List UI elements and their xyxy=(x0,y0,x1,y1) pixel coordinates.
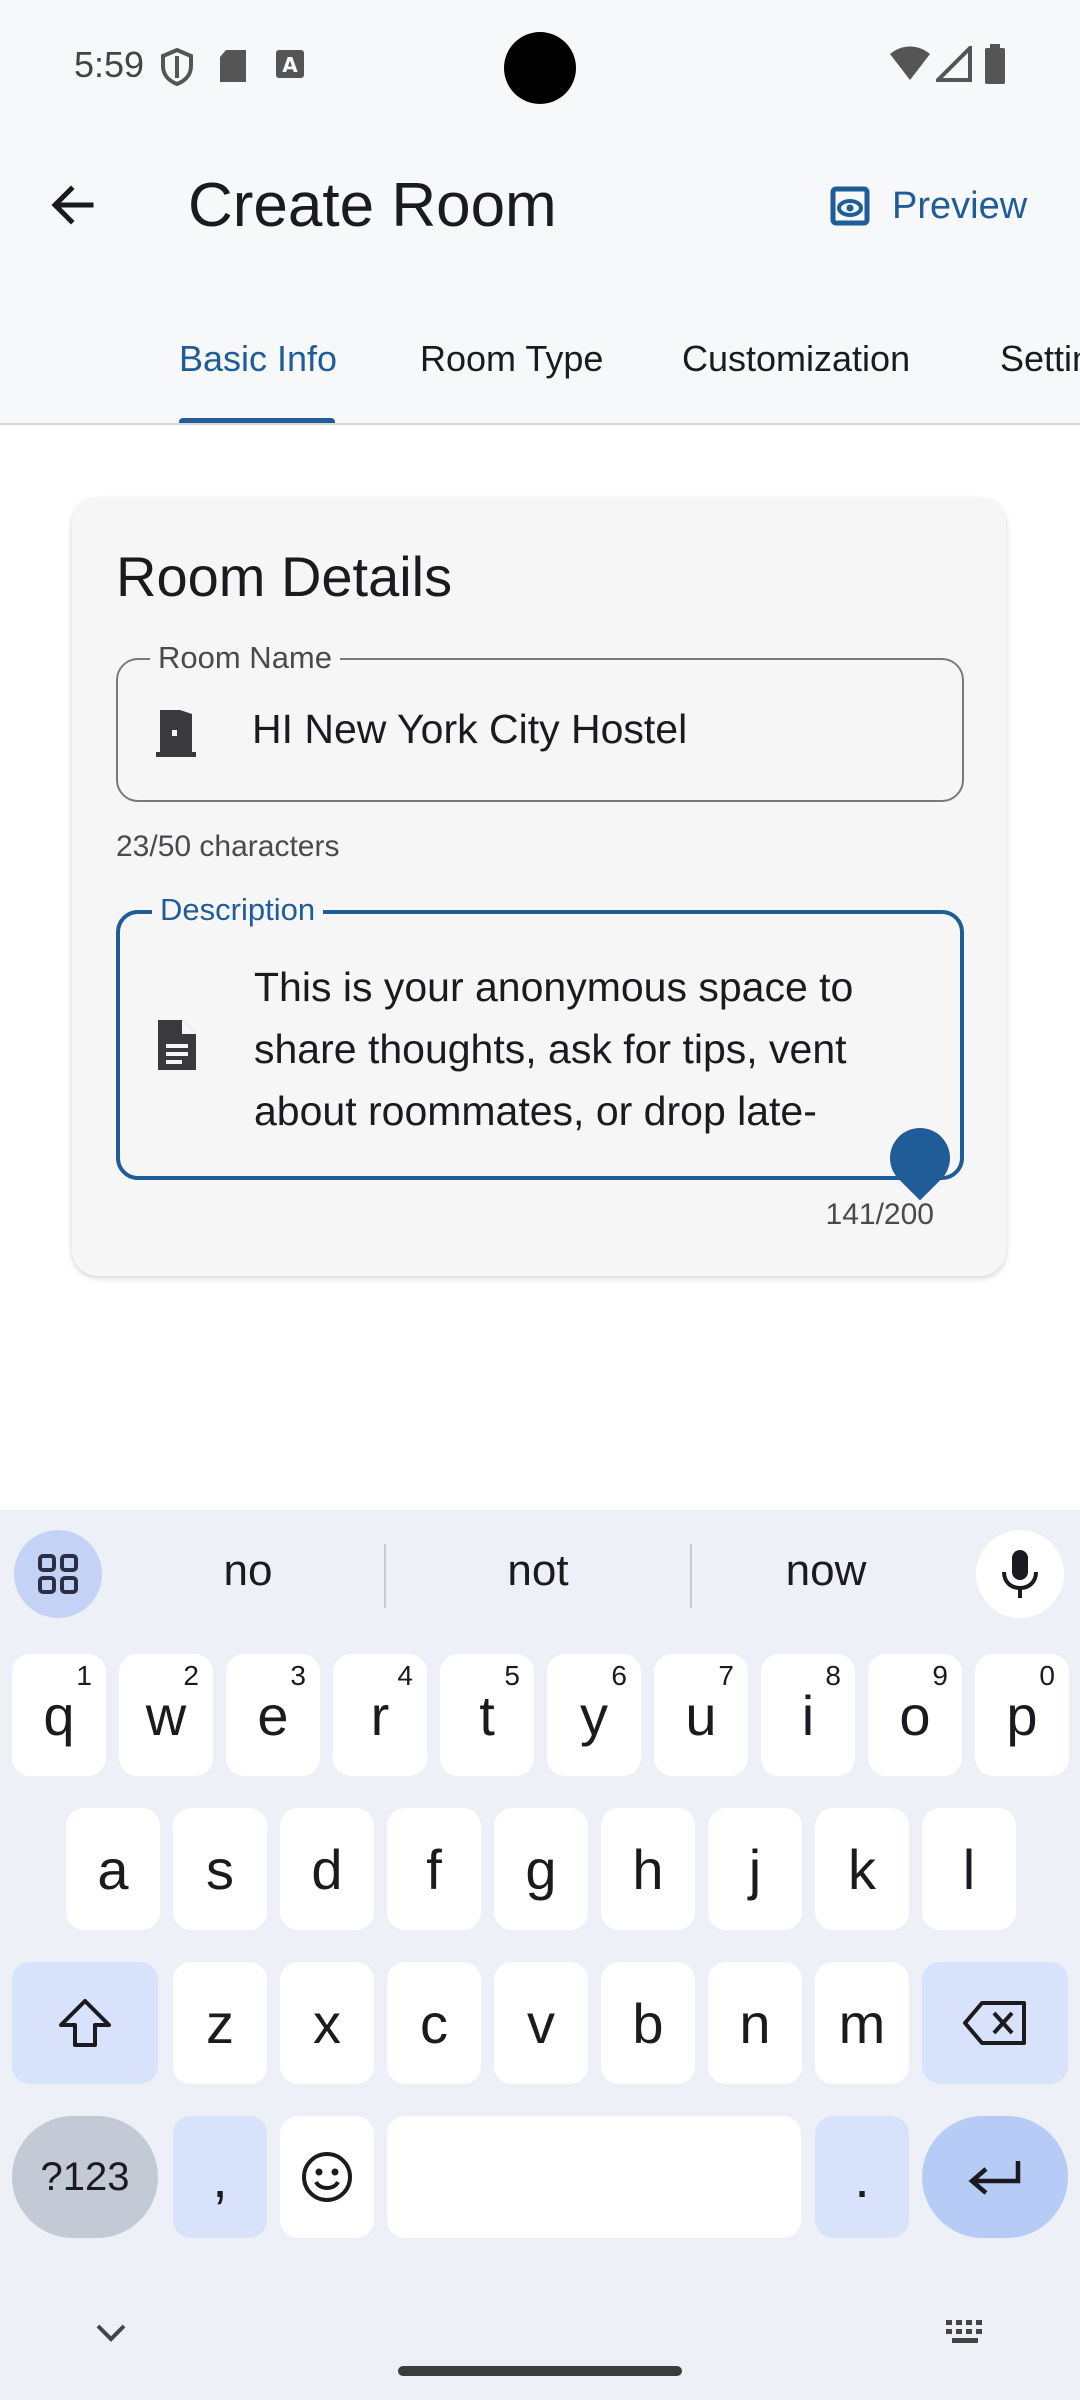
door-icon xyxy=(156,710,196,757)
symbols-key[interactable]: ?123 xyxy=(12,2116,158,2238)
voice-input-button[interactable] xyxy=(976,1530,1064,1618)
suggestion-3[interactable]: now xyxy=(706,1546,946,1596)
top-app-bar: Create Room Preview xyxy=(0,130,1080,280)
document-icon xyxy=(158,1020,196,1070)
space-key[interactable] xyxy=(387,2116,801,2238)
key-o[interactable]: o9 xyxy=(868,1654,962,1776)
tab-customization[interactable]: Customization xyxy=(682,338,910,380)
key-v[interactable]: v xyxy=(494,1962,588,2084)
tab-settings[interactable]: Settings xyxy=(1000,338,1080,380)
room-name-label: Room Name xyxy=(150,640,340,676)
comma-key[interactable]: , xyxy=(173,2116,267,2238)
camera-cutout xyxy=(504,32,576,104)
room-details-card: Room Details Room Name HI New York City … xyxy=(72,498,1006,1276)
preview-button[interactable]: Preview xyxy=(830,174,1027,238)
key-h[interactable]: h xyxy=(601,1808,695,1930)
svg-text:A: A xyxy=(282,53,298,77)
back-button[interactable] xyxy=(38,170,108,240)
description-char-count: 141/200 xyxy=(825,1198,934,1231)
key-p[interactable]: p0 xyxy=(975,1654,1069,1776)
key-y[interactable]: y6 xyxy=(547,1654,641,1776)
key-l[interactable]: l xyxy=(922,1808,1016,1930)
enter-arrow-icon xyxy=(968,2161,1021,2195)
soft-keyboard: no not now q1 w2 e3 r4 t5 y6 u7 i8 o9 p0… xyxy=(0,1510,1080,2400)
sd-card-icon xyxy=(220,50,246,82)
status-time: 5:59 xyxy=(74,44,145,85)
room-name-char-count: 23/50 characters xyxy=(116,830,340,863)
key-f[interactable]: f xyxy=(387,1808,481,1930)
suggestion-bar: no not now xyxy=(0,1510,1080,1634)
battery-icon xyxy=(985,44,1005,84)
key-c[interactable]: c xyxy=(387,1962,481,2084)
period-key[interactable]: . xyxy=(815,2116,909,2238)
suggestion-divider xyxy=(690,1544,692,1608)
arrow-back-icon xyxy=(51,185,94,225)
tab-basic-info[interactable]: Basic Info xyxy=(179,338,337,380)
keyboard-nav-row xyxy=(0,2290,1080,2400)
emoji-smile-icon xyxy=(302,2152,352,2202)
enter-key[interactable] xyxy=(922,2116,1068,2238)
key-m[interactable]: m xyxy=(815,1962,909,2084)
suggestion-divider xyxy=(384,1544,386,1608)
backspace-icon xyxy=(963,2001,1026,2045)
key-n[interactable]: n xyxy=(708,1962,802,2084)
key-u[interactable]: u7 xyxy=(654,1654,748,1776)
description-input[interactable]: This is your anonymous space to share th… xyxy=(254,956,934,1142)
key-j[interactable]: j xyxy=(708,1808,802,1930)
grid-icon xyxy=(38,1554,78,1594)
key-b[interactable]: b xyxy=(601,1962,695,2084)
room-name-input[interactable]: HI New York City Hostel xyxy=(252,706,687,753)
room-name-field[interactable]: Room Name HI New York City Hostel xyxy=(116,640,964,802)
cellular-signal-icon xyxy=(936,46,972,82)
suggestion-2[interactable]: not xyxy=(418,1546,658,1596)
key-r[interactable]: r4 xyxy=(333,1654,427,1776)
wifi-icon xyxy=(890,46,930,80)
hide-keyboard-chevron-icon[interactable] xyxy=(94,2322,128,2344)
key-x[interactable]: x xyxy=(280,1962,374,2084)
page-title: Create Room xyxy=(188,171,557,240)
card-title: Room Details xyxy=(116,545,453,608)
suggestion-1[interactable]: no xyxy=(128,1546,368,1596)
description-label: Description xyxy=(152,892,324,928)
shift-arrow-icon xyxy=(59,1999,111,2047)
key-e[interactable]: e3 xyxy=(226,1654,320,1776)
key-z[interactable]: z xyxy=(173,1962,267,2084)
microphone-icon xyxy=(1002,1550,1038,1598)
status-bar: 5:59 A xyxy=(0,0,1080,130)
key-g[interactable]: g xyxy=(494,1808,588,1930)
keyboard-switch-icon[interactable] xyxy=(944,2318,990,2346)
key-d[interactable]: d xyxy=(280,1808,374,1930)
key-k[interactable]: k xyxy=(815,1808,909,1930)
key-q[interactable]: q1 xyxy=(12,1654,106,1776)
preview-label: Preview xyxy=(892,184,1028,227)
shield-icon xyxy=(161,48,193,86)
tab-room-type[interactable]: Room Type xyxy=(420,338,603,380)
key-t[interactable]: t5 xyxy=(440,1654,534,1776)
text-a-icon: A xyxy=(276,50,304,78)
description-field[interactable]: Description This is your anonymous space… xyxy=(116,892,964,1180)
backspace-key[interactable] xyxy=(922,1962,1068,2084)
emoji-key[interactable] xyxy=(280,2116,374,2238)
key-s[interactable]: s xyxy=(173,1808,267,1930)
tab-row: Basic Info Room Type Customization Setti… xyxy=(0,280,1080,425)
preview-eye-icon xyxy=(830,186,870,226)
home-gesture-bar[interactable] xyxy=(398,2366,682,2376)
keyboard-apps-button[interactable] xyxy=(14,1530,102,1618)
key-w[interactable]: w2 xyxy=(119,1654,213,1776)
key-i[interactable]: i8 xyxy=(761,1654,855,1776)
key-a[interactable]: a xyxy=(66,1808,160,1930)
active-tab-indicator xyxy=(179,418,335,423)
shift-key[interactable] xyxy=(12,1962,158,2084)
